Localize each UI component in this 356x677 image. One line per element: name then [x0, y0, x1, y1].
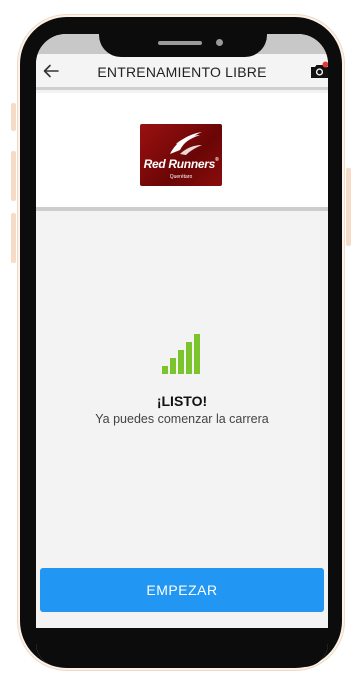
side-button-left-3: [11, 213, 16, 263]
signal-bar-1: [162, 366, 168, 374]
logo-subtext: Querétaro: [169, 174, 193, 180]
app-screen: ENTRENAMIENTO LIBRE Red Runners® Queréta…: [36, 34, 328, 667]
signal-bars-icon: [162, 332, 202, 374]
signal-bar-3: [178, 350, 184, 374]
speaker-grille: [158, 41, 202, 45]
side-button-right: [346, 168, 351, 246]
logo-brand-text: Red Runners®: [143, 157, 219, 171]
camera-icon[interactable]: [309, 60, 328, 82]
signal-bar-5: [194, 334, 200, 374]
side-button-left-1: [11, 103, 16, 131]
page-title: ENTRENAMIENTO LIBRE: [97, 64, 267, 80]
start-button[interactable]: EMPEZAR: [40, 568, 324, 612]
ready-message: Ya puedes comenzar la carrera: [95, 412, 269, 426]
phone-notch: [99, 17, 267, 57]
bottom-bar: [36, 628, 328, 667]
signal-bar-2: [170, 358, 176, 374]
ready-section: ¡LISTO! Ya puedes comenzar la carrera: [36, 215, 328, 565]
red-runners-logo: Red Runners® Querétaro: [140, 124, 222, 186]
ready-title: ¡LISTO!: [156, 393, 208, 409]
side-button-left-2: [11, 151, 16, 201]
signal-bar-4: [186, 342, 192, 374]
front-camera: [216, 39, 223, 46]
logo-section: Red Runners® Querétaro: [36, 93, 328, 211]
app-bar: ENTRENAMIENTO LIBRE: [36, 54, 328, 90]
